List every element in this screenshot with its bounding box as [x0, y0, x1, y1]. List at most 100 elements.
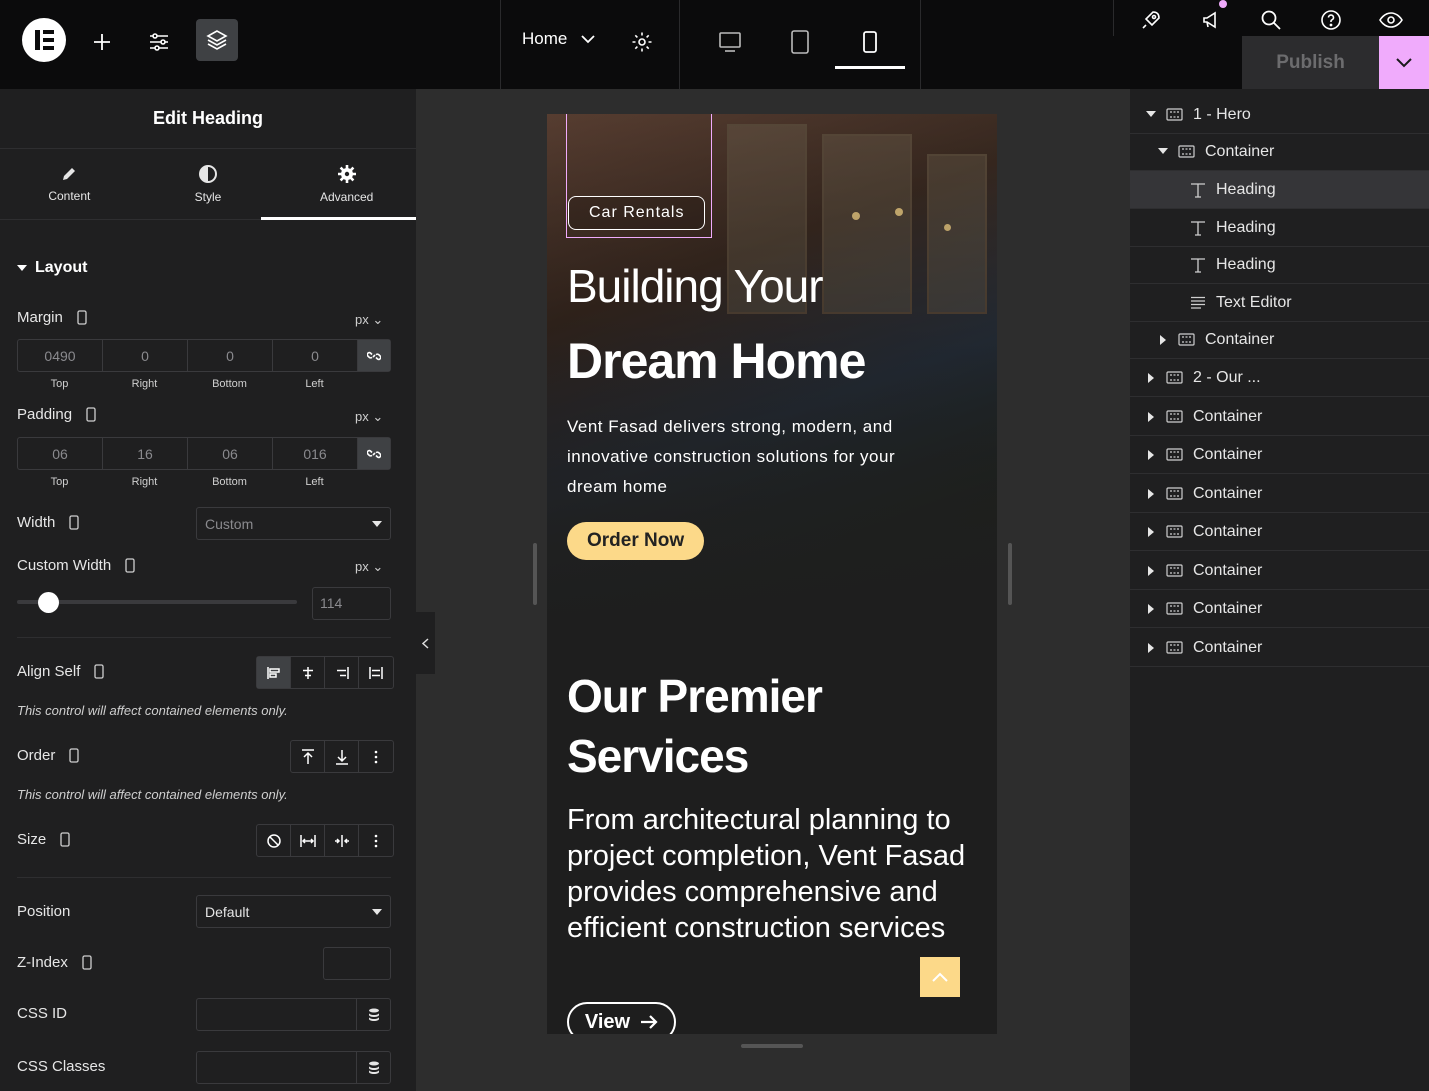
caret-right-icon[interactable]	[1146, 411, 1156, 422]
mobile-responsive-icon[interactable]	[82, 955, 92, 970]
mobile-responsive-icon[interactable]	[77, 310, 87, 325]
publish-button[interactable]: Publish	[1242, 36, 1379, 89]
align-center-button[interactable]	[291, 657, 325, 688]
collapse-panel-button[interactable]	[416, 612, 435, 674]
caret-right-icon[interactable]	[1158, 334, 1168, 345]
align-start-button[interactable]	[257, 657, 291, 688]
padding-right-input[interactable]: 16	[103, 438, 188, 469]
navigator-item-container[interactable]: Container	[1130, 475, 1429, 513]
navigator-item-heading[interactable]: Heading	[1130, 171, 1429, 209]
caret-right-icon[interactable]	[1146, 642, 1156, 653]
dynamic-tags-button[interactable]	[356, 1052, 390, 1083]
align-end-button[interactable]	[325, 657, 359, 688]
css-id-input[interactable]	[197, 999, 356, 1030]
caret-right-icon[interactable]	[1146, 372, 1156, 383]
dynamic-tags-button[interactable]	[356, 999, 390, 1030]
padding-left-input[interactable]: 016	[273, 438, 358, 469]
caret-right-icon[interactable]	[1146, 526, 1156, 537]
scroll-to-top-button[interactable]	[920, 957, 960, 997]
link-values-button[interactable]	[358, 438, 390, 469]
size-none-button[interactable]	[257, 825, 291, 856]
position-select[interactable]: Default	[196, 895, 391, 928]
navigator-item-container[interactable]: Container	[1130, 436, 1429, 474]
mobile-responsive-icon[interactable]	[125, 558, 135, 573]
z-index-input[interactable]	[323, 947, 391, 980]
navigator-item-container[interactable]: Container	[1130, 513, 1429, 551]
padding-top-input[interactable]: 06	[18, 438, 103, 469]
link-values-button[interactable]	[358, 340, 390, 371]
navigator-item-heading[interactable]: Heading	[1130, 209, 1429, 247]
css-classes-input[interactable]	[197, 1052, 356, 1083]
navigator-item-container[interactable]: Container	[1130, 398, 1429, 436]
help-icon[interactable]	[1311, 0, 1351, 40]
desktop-device-icon[interactable]	[710, 22, 750, 62]
add-element-icon[interactable]	[82, 22, 122, 62]
order-now-button[interactable]: Order Now	[567, 522, 705, 560]
align-stretch-button[interactable]	[359, 657, 393, 688]
resize-handle-bottom[interactable]	[741, 1044, 803, 1048]
layout-section-toggle[interactable]: Layout	[17, 259, 87, 277]
navigator-item-1-hero[interactable]: 1 - Hero	[1130, 96, 1429, 134]
services-paragraph[interactable]: From architectural planning to project c…	[567, 802, 977, 946]
page-settings-gear-icon[interactable]	[622, 22, 662, 62]
navigator-item-container[interactable]: Container	[1130, 552, 1429, 590]
preview-eye-icon[interactable]	[1371, 0, 1411, 40]
custom-width-input[interactable]: 114	[312, 587, 391, 620]
hero-heading-light[interactable]: Building Your	[567, 259, 824, 313]
elementor-logo-icon[interactable]	[22, 18, 66, 62]
mobile-responsive-icon[interactable]	[94, 664, 105, 679]
size-grow-button[interactable]	[291, 825, 325, 856]
mobile-responsive-icon[interactable]	[69, 748, 79, 763]
navigator-item-container[interactable]: Container	[1130, 133, 1429, 171]
order-more-button[interactable]	[359, 741, 393, 772]
tab-content[interactable]: Content	[0, 149, 139, 219]
custom-width-slider-handle[interactable]	[38, 592, 59, 613]
tablet-device-icon[interactable]	[780, 22, 820, 62]
navigator-item-2-our[interactable]: 2 - Our ...	[1130, 359, 1429, 397]
order-last-button[interactable]	[325, 741, 359, 772]
search-icon[interactable]	[1251, 0, 1291, 40]
size-more-button[interactable]	[359, 825, 393, 856]
view-button[interactable]: View	[567, 1002, 676, 1034]
page-selector[interactable]: Home	[522, 29, 595, 49]
hero-heading-bold[interactable]: Dream Home	[567, 332, 866, 390]
navigator-item-container[interactable]: Container	[1130, 321, 1429, 359]
services-heading[interactable]: Our Premier Services	[567, 666, 967, 786]
padding-unit-select[interactable]: px ⌄	[355, 409, 383, 425]
navigator-item-heading[interactable]: Heading	[1130, 246, 1429, 284]
resize-handle-right[interactable]	[1008, 543, 1012, 605]
navigator-item-container[interactable]: Container	[1130, 629, 1429, 667]
width-select[interactable]: Custom	[196, 507, 391, 540]
margin-left-input[interactable]: 0	[273, 340, 358, 371]
margin-right-input[interactable]: 0	[103, 340, 188, 371]
margin-unit-select[interactable]: px ⌄	[355, 312, 383, 328]
tab-style[interactable]: Style	[139, 149, 278, 219]
margin-top-input[interactable]: 0490	[18, 340, 103, 371]
caret-right-icon[interactable]	[1146, 449, 1156, 460]
caret-right-icon[interactable]	[1146, 565, 1156, 576]
padding-bottom-input[interactable]: 06	[188, 438, 273, 469]
custom-width-slider-track[interactable]	[17, 600, 297, 604]
caret-down-icon[interactable]	[1158, 148, 1168, 155]
caret-down-icon[interactable]	[1146, 111, 1156, 118]
custom-width-unit-select[interactable]: px ⌄	[355, 559, 383, 575]
structure-layers-icon[interactable]	[196, 19, 238, 61]
mobile-responsive-icon[interactable]	[69, 515, 79, 530]
publish-options-button[interactable]	[1379, 36, 1429, 89]
margin-bottom-input[interactable]: 0	[188, 340, 273, 371]
navigator-item-text-editor[interactable]: Text Editor	[1130, 284, 1429, 322]
rocket-icon[interactable]	[1131, 0, 1171, 40]
site-settings-icon[interactable]	[139, 22, 179, 62]
order-first-button[interactable]	[291, 741, 325, 772]
caret-right-icon[interactable]	[1146, 603, 1156, 614]
resize-handle-left[interactable]	[533, 543, 537, 605]
hero-tag-heading[interactable]: Car Rentals	[568, 196, 706, 230]
mobile-responsive-icon[interactable]	[60, 832, 70, 847]
caret-right-icon[interactable]	[1146, 488, 1156, 499]
mobile-device-icon[interactable]	[850, 22, 890, 62]
size-shrink-button[interactable]	[325, 825, 359, 856]
navigator-item-container[interactable]: Container	[1130, 590, 1429, 628]
hero-paragraph[interactable]: Vent Fasad delivers strong, modern, and …	[567, 412, 907, 502]
tab-advanced[interactable]: Advanced	[277, 149, 416, 219]
mobile-responsive-icon[interactable]	[86, 407, 96, 422]
